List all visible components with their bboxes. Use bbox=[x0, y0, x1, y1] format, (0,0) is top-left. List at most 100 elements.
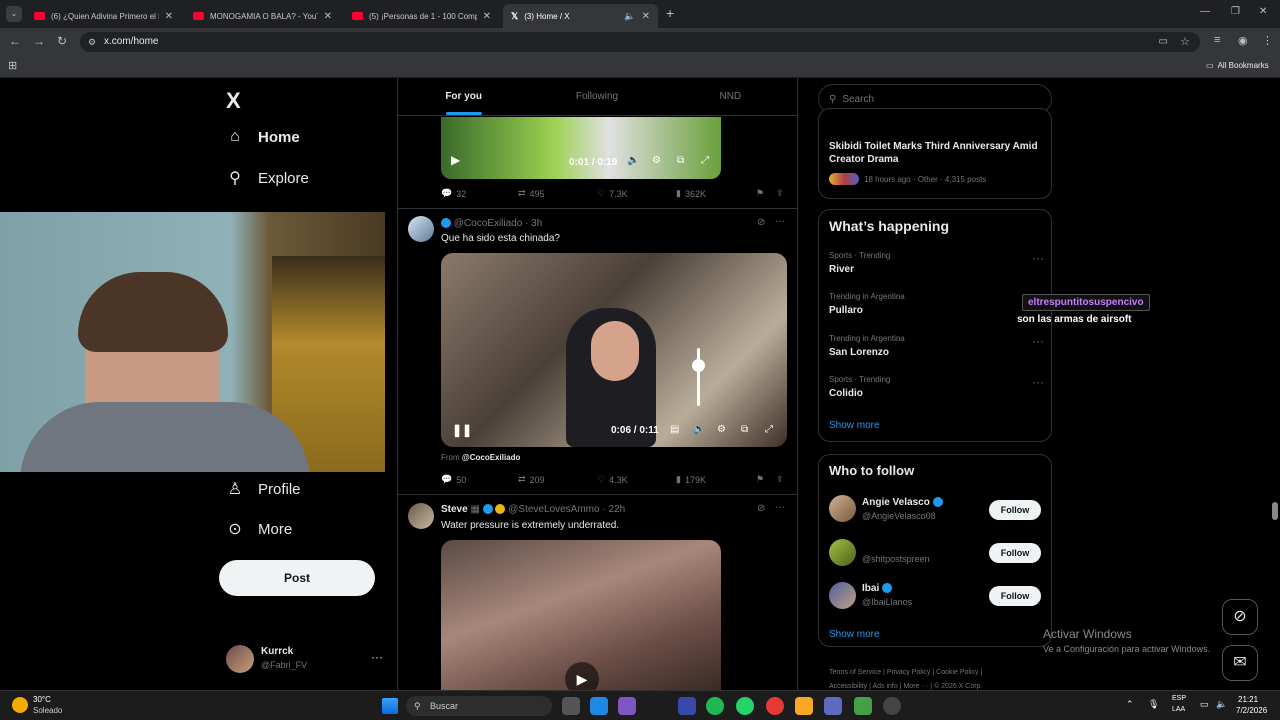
avatar[interactable] bbox=[408, 216, 434, 242]
sidebar-item-home[interactable]: ⌂ Home bbox=[226, 128, 300, 146]
grok-icon[interactable]: ⊘ bbox=[757, 217, 765, 228]
source-handle[interactable]: @CocoExiliado bbox=[462, 453, 520, 462]
tray-chevron-icon[interactable]: ⌃ bbox=[1126, 699, 1134, 710]
footer-link[interactable]: Cookie Policy bbox=[936, 669, 978, 676]
edge-icon[interactable] bbox=[590, 697, 608, 715]
browser-tab-4[interactable]: 𝕏 (3) Home / X 🔈 ✕ bbox=[503, 4, 658, 28]
follow-name[interactable]: Ibai bbox=[862, 583, 893, 594]
post2-handle[interactable]: @CocoExiliado bbox=[454, 218, 523, 229]
browser-tab-2[interactable]: MONOGAMIA O BALA? - YouTu ✕ bbox=[185, 4, 340, 28]
all-bookmarks-button[interactable]: ▭ All Bookmarks bbox=[1206, 61, 1269, 70]
trend-item[interactable]: Trending in Argentina San Lorenzo ··· bbox=[829, 334, 1044, 358]
grok-icon[interactable]: ⊘ bbox=[757, 503, 765, 514]
tab-search-icon[interactable]: ⌄ bbox=[6, 6, 22, 22]
volume-slider-thumb[interactable] bbox=[692, 359, 705, 372]
maximize-icon[interactable]: ❐ bbox=[1231, 6, 1240, 17]
cast-icon[interactable]: ▭ bbox=[1159, 32, 1168, 52]
scrollbar-thumb[interactable] bbox=[1272, 502, 1278, 520]
follow-button[interactable]: Follow bbox=[989, 500, 1041, 520]
site-info-icon[interactable]: ⚙ bbox=[88, 32, 96, 52]
play-icon[interactable]: ▶ bbox=[565, 662, 599, 690]
post2-video[interactable]: ❚❚ 0:06 / 0:11 ▤ 🔈 ⚙ ⧉ ⤢ bbox=[441, 253, 787, 447]
trend-item[interactable]: Sports · Trending Colidio ··· bbox=[829, 375, 1044, 399]
close-window-icon[interactable]: ✕ bbox=[1259, 6, 1267, 17]
reload-icon[interactable]: ↻ bbox=[57, 34, 67, 48]
trend-menu-icon[interactable]: ··· bbox=[1032, 375, 1044, 389]
repost-button[interactable]: ⇄ 209 bbox=[518, 474, 597, 485]
footer-link[interactable]: Ads info bbox=[872, 683, 897, 690]
language-indicator[interactable]: ESP bbox=[1172, 695, 1186, 702]
mail-icon[interactable] bbox=[678, 697, 696, 715]
post2-time[interactable]: · 3h bbox=[525, 218, 542, 229]
weather-icon[interactable] bbox=[12, 697, 28, 713]
avatar[interactable] bbox=[829, 495, 856, 522]
avatar[interactable] bbox=[829, 582, 856, 609]
post3-time[interactable]: · 22h bbox=[602, 504, 625, 515]
trend-menu-icon[interactable]: ··· bbox=[1032, 334, 1044, 348]
taskbar-search-input[interactable]: ⚲ Buscar bbox=[406, 696, 552, 716]
footer-link[interactable]: Terms of Service bbox=[829, 669, 881, 676]
volume-icon[interactable]: 🔈 bbox=[693, 424, 705, 435]
url-bar[interactable]: ⚙ x.com/home ☆ ▭ bbox=[80, 32, 1200, 52]
task-view-icon[interactable] bbox=[562, 697, 580, 715]
sidebar-item-explore[interactable]: ⚲ Explore bbox=[226, 168, 309, 188]
bookmark-star-icon[interactable]: ☆ bbox=[1180, 32, 1190, 52]
microphone-icon[interactable]: 🎙 bbox=[1148, 699, 1159, 710]
trend-menu-icon[interactable]: ··· bbox=[1032, 251, 1044, 265]
pip-icon[interactable]: ⧉ bbox=[677, 155, 684, 166]
chrome-icon[interactable] bbox=[766, 697, 784, 715]
browser-tab-3[interactable]: (5) ¡Personas de 1 - 100 Comp ✕ bbox=[344, 4, 499, 28]
bookmark-icon[interactable]: ⚑ bbox=[756, 474, 776, 485]
forward-icon[interactable]: → bbox=[33, 34, 45, 48]
speaker-icon[interactable]: 🔈 bbox=[624, 11, 635, 22]
copilot-icon[interactable] bbox=[618, 697, 636, 715]
menu-dots-icon[interactable]: ⋮ bbox=[1262, 34, 1273, 47]
footer-link[interactable]: Privacy Policy bbox=[887, 669, 931, 676]
avatar[interactable] bbox=[226, 645, 254, 673]
follow-button[interactable]: Follow bbox=[989, 543, 1041, 563]
show-more-trends-link[interactable]: Show more bbox=[829, 420, 880, 431]
share-icon[interactable]: ⇪ bbox=[776, 474, 784, 485]
app-icon[interactable] bbox=[883, 697, 901, 715]
new-tab-button[interactable]: + bbox=[666, 5, 674, 21]
like-button[interactable]: ♡ 4.3K bbox=[597, 474, 676, 485]
follow-name[interactable]: Angie Velasco bbox=[862, 497, 943, 508]
post-menu-icon[interactable]: ··· bbox=[775, 216, 785, 227]
post3-handle[interactable]: @SteveLovesAmmo bbox=[508, 504, 599, 515]
fullscreen-icon[interactable]: ⤢ bbox=[701, 155, 709, 166]
play-icon[interactable]: ▶ bbox=[451, 153, 460, 167]
back-icon[interactable]: ← bbox=[9, 34, 21, 48]
sidebar-item-profile[interactable]: ♙ Profile bbox=[226, 479, 301, 499]
sidebar-item-more[interactable]: ⊙ More bbox=[226, 519, 292, 539]
tab-following[interactable]: Following bbox=[530, 78, 663, 115]
post1-video[interactable]: ▶ 0:01 / 0:19 🔈 ⚙ ⧉ ⤢ bbox=[441, 117, 721, 179]
follow-button[interactable]: Follow bbox=[989, 586, 1041, 606]
trend-item[interactable]: Trending in Argentina Pullaro bbox=[829, 292, 1044, 316]
teams-icon[interactable] bbox=[824, 697, 842, 715]
minimize-icon[interactable]: — bbox=[1200, 6, 1210, 17]
close-tab-icon[interactable]: ✕ bbox=[642, 11, 650, 22]
pause-icon[interactable]: ❚❚ bbox=[452, 423, 472, 437]
show-more-follow-link[interactable]: Show more bbox=[829, 629, 880, 640]
profile-icon[interactable]: ◉ bbox=[1238, 34, 1248, 47]
grok-fab-icon[interactable]: ⊘ bbox=[1222, 599, 1258, 635]
share-icon[interactable]: ⇪ bbox=[776, 188, 784, 199]
reply-button[interactable]: 💬 32 bbox=[441, 188, 518, 199]
post3-name[interactable]: Steve bbox=[441, 504, 468, 515]
repost-button[interactable]: ⇄ 495 bbox=[518, 188, 597, 199]
captions-icon[interactable]: ▤ bbox=[670, 424, 679, 435]
avatar[interactable] bbox=[408, 503, 434, 529]
settings-icon[interactable]: ⚙ bbox=[652, 155, 661, 166]
news-card[interactable]: Skibidi Toilet Marks Third Anniversary A… bbox=[818, 108, 1052, 199]
pip-icon[interactable]: ⧉ bbox=[741, 424, 748, 435]
account-menu-icon[interactable]: ··· bbox=[371, 650, 383, 664]
avatar[interactable] bbox=[829, 539, 856, 566]
tab-nnd[interactable]: NND bbox=[664, 78, 797, 115]
minecraft-icon[interactable] bbox=[854, 697, 872, 715]
close-tab-icon[interactable]: ✕ bbox=[165, 11, 173, 22]
volume-icon[interactable]: 🔈 bbox=[627, 155, 639, 166]
post-menu-icon[interactable]: ··· bbox=[775, 502, 785, 513]
network-icon[interactable]: ▭ bbox=[1200, 699, 1209, 710]
apps-grid-icon[interactable]: ⊞ bbox=[8, 59, 17, 72]
start-icon[interactable] bbox=[382, 698, 398, 714]
